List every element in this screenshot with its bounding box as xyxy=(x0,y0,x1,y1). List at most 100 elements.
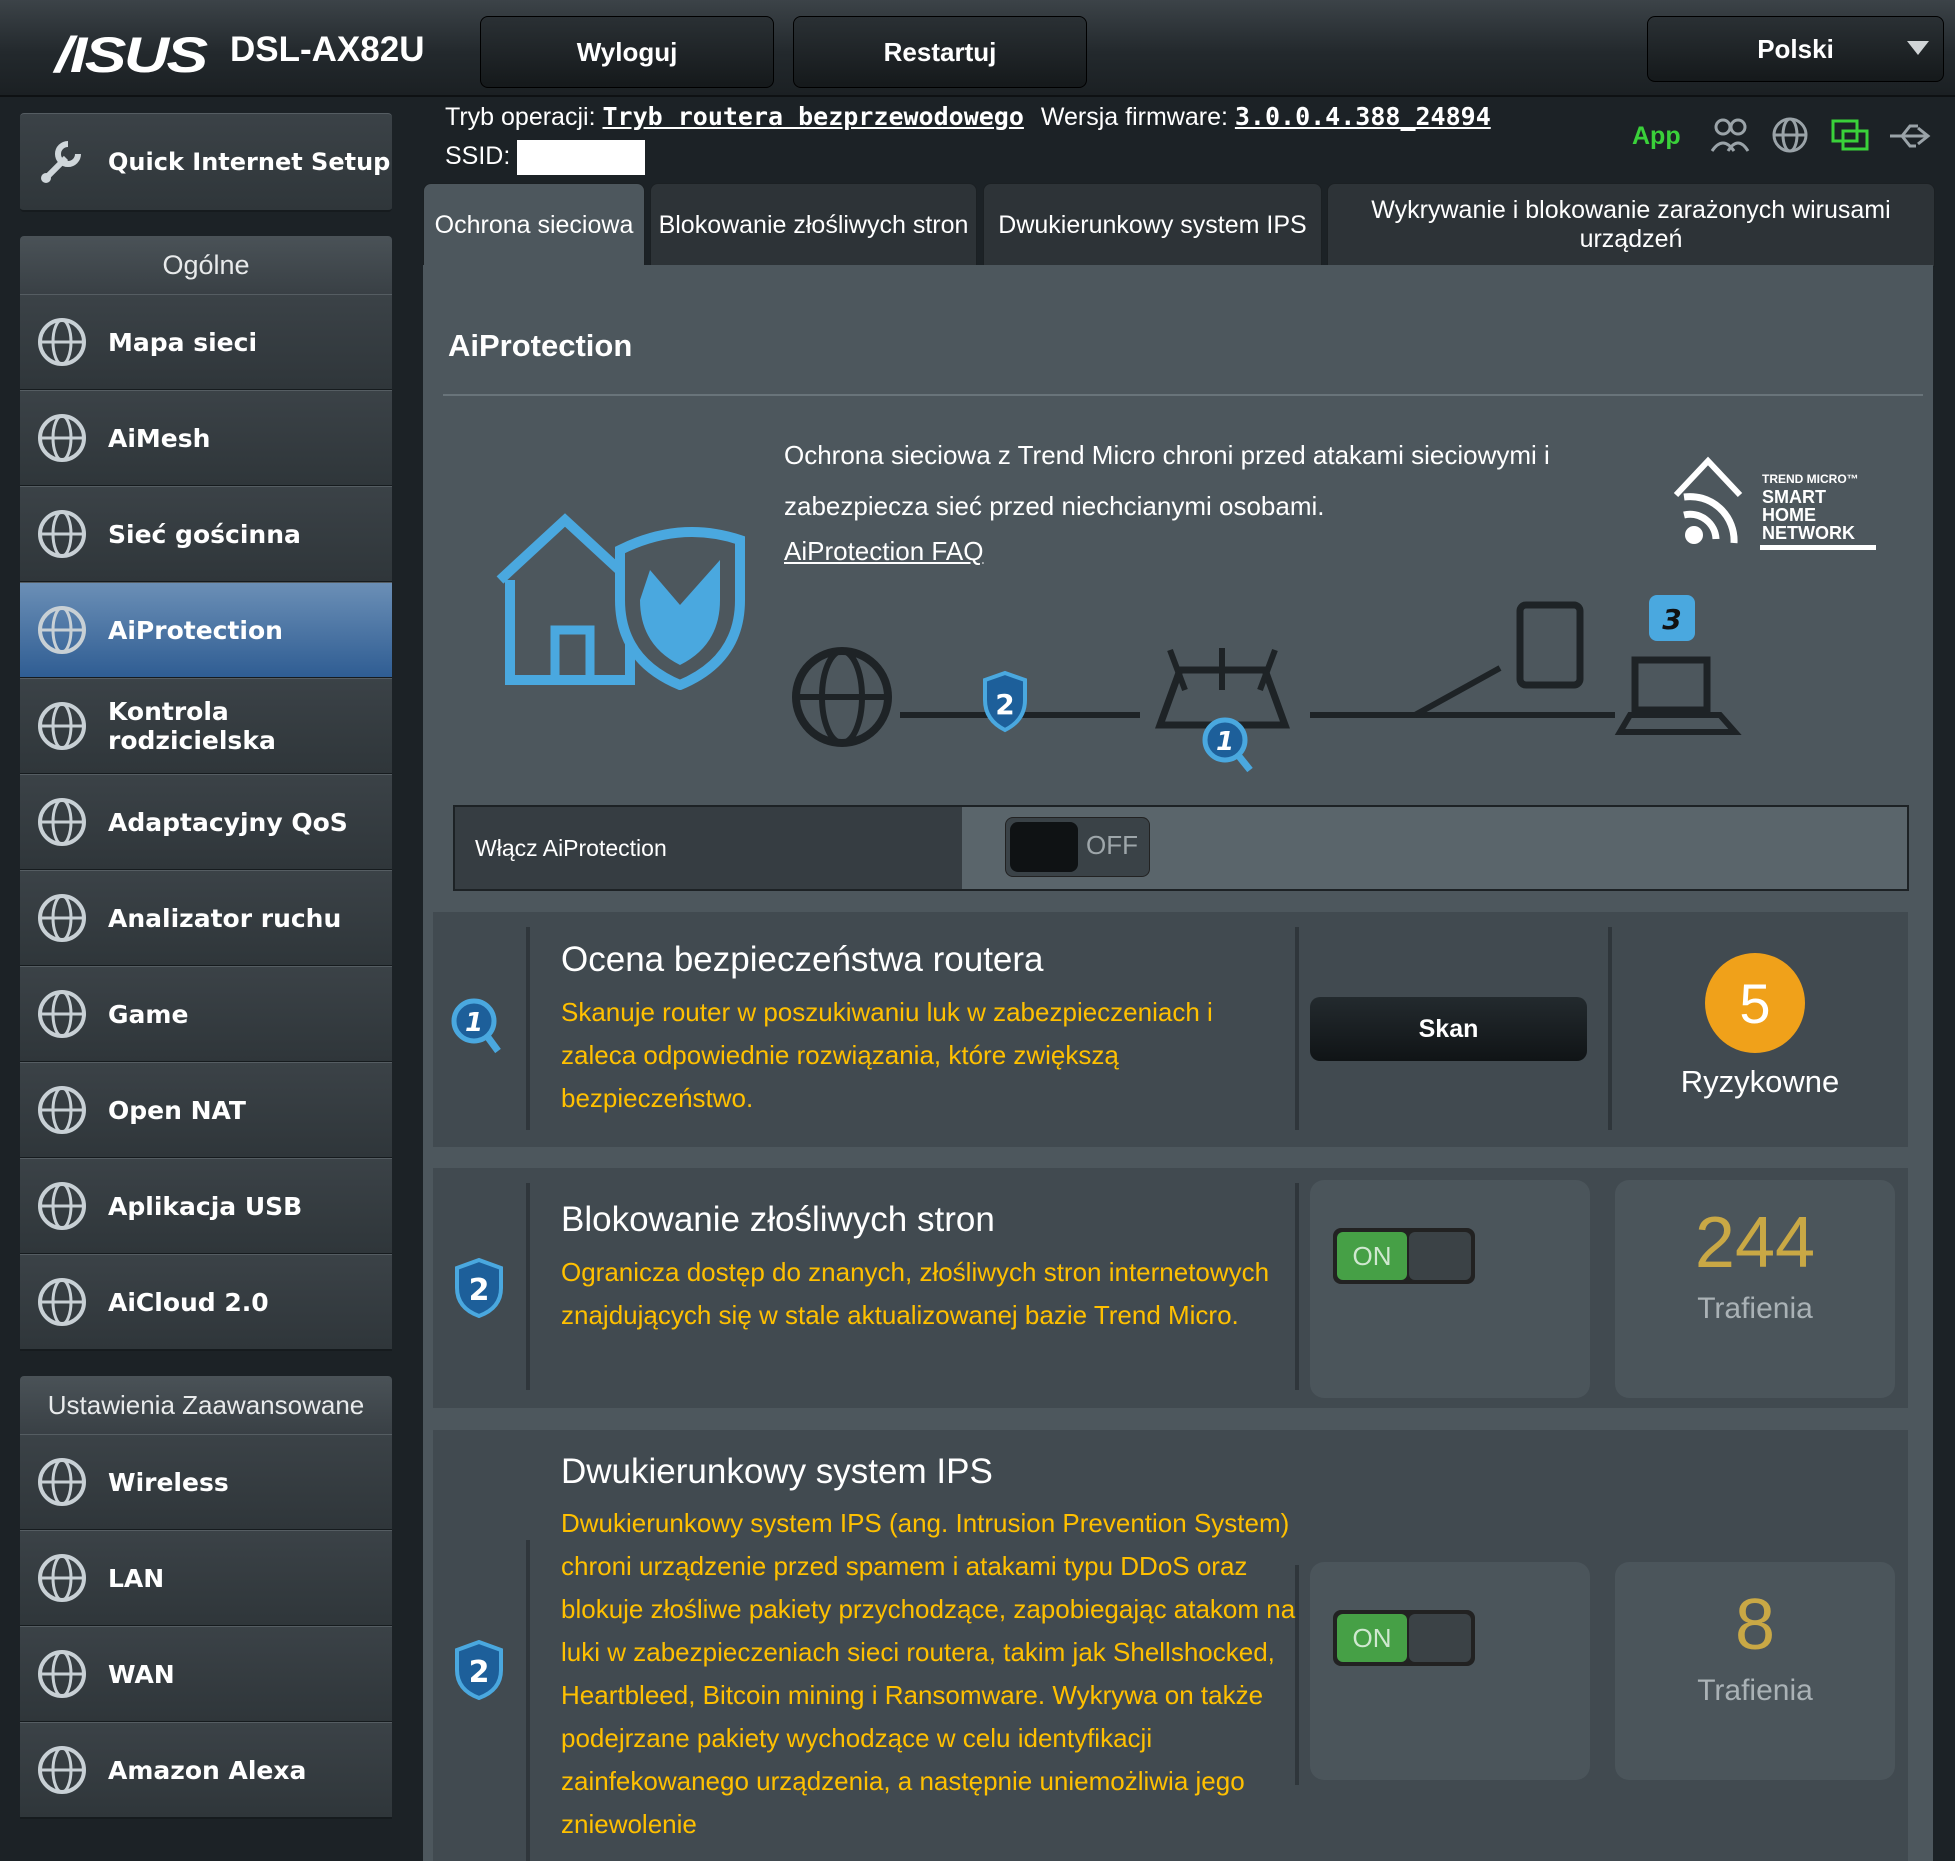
two-way-ips-title: Dwukierunkowy system IPS xyxy=(561,1452,993,1491)
sidebar-item-label: Mapa sieci xyxy=(108,327,258,357)
quick-internet-setup[interactable]: Quick Internet Setup xyxy=(20,113,392,212)
laptop-icon xyxy=(1614,656,1742,735)
wireless-icon xyxy=(38,1458,86,1506)
toggle-on-label: ON xyxy=(1337,1614,1407,1662)
toggle-state: OFF xyxy=(1086,830,1138,860)
operation-mode-link[interactable]: Tryb routera bezprzewodowego xyxy=(602,102,1023,131)
svg-text:2: 2 xyxy=(469,1655,490,1690)
tab-infected-device-blocking[interactable]: Wykrywanie i blokowanie zarażonych wirus… xyxy=(1327,183,1935,267)
tab-network-protection[interactable]: Ochrona sieciowa xyxy=(423,183,645,267)
parental-control-icon xyxy=(38,702,86,750)
malicious-sites-toggle[interactable]: ON xyxy=(1333,1228,1475,1284)
aimesh-icon xyxy=(38,414,86,462)
sidebar-item-label: Analizator ruchu xyxy=(108,903,342,933)
sidebar-item-label: Adaptacyjny QoS xyxy=(108,807,348,837)
usb-status-icon[interactable] xyxy=(1888,118,1932,154)
svg-text:1: 1 xyxy=(1216,727,1234,757)
card-divider xyxy=(526,1183,530,1390)
sidebar-item-label: Aplikacja USB xyxy=(108,1191,303,1221)
sidebar-item-label: AiMesh xyxy=(108,423,211,453)
tab-two-way-ips[interactable]: Dwukierunkowy system IPS xyxy=(983,183,1322,267)
sidebar-item-label: AiProtection xyxy=(108,615,283,645)
language-value: Polski xyxy=(1757,33,1834,64)
sidebar-item-aiprotection[interactable]: AiProtection xyxy=(20,582,392,679)
sidebar-item-adaptacyjny-qos[interactable]: Adaptacyjny QoS xyxy=(20,774,392,871)
sidebar-item-amazon-alexa[interactable]: Amazon Alexa xyxy=(20,1722,392,1819)
security-assessment-desc: Skanuje router w poszukiwaniu luk w zabe… xyxy=(561,997,1213,1113)
sidebar-item-wan[interactable]: WAN xyxy=(20,1626,392,1723)
aiprotection-faq-link[interactable]: AiProtection FAQ xyxy=(784,536,983,567)
toggle-on-label: ON xyxy=(1337,1232,1407,1280)
language-select[interactable]: Polski xyxy=(1647,16,1944,82)
firmware-link[interactable]: 3.0.0.4.388_24894 xyxy=(1235,102,1491,131)
trend-micro-logo-text: TREND MICRO™ SMART HOME NETWORK xyxy=(1762,472,1859,543)
ssid-row: SSID: xyxy=(445,140,646,175)
sidebar-item-label: Amazon Alexa xyxy=(108,1755,307,1785)
security-assessment-title: Ocena bezpieczeństwa routera xyxy=(561,940,1044,979)
internet-status-icon[interactable] xyxy=(1770,115,1810,155)
sidebar-item-label: Game xyxy=(108,999,189,1029)
malicious-sites-hits-label: Trafienia xyxy=(1697,1292,1813,1325)
trend-micro-house-icon xyxy=(1673,456,1743,544)
two-way-ips-hits: 8 xyxy=(1734,1585,1776,1665)
app-link[interactable]: App xyxy=(1632,122,1681,151)
globe-icon xyxy=(792,647,892,747)
tab-malicious-sites[interactable]: Blokowanie złośliwych stron xyxy=(650,183,977,267)
card-divider xyxy=(1295,1183,1299,1390)
house-shield-icon xyxy=(496,513,745,690)
malicious-sites-desc: Ogranicza dostęp do znanych, złośliwych … xyxy=(561,1257,1270,1330)
malicious-sites-toggle-cell xyxy=(1310,1180,1590,1398)
open-nat-icon xyxy=(38,1086,86,1134)
ssid-value xyxy=(517,140,646,175)
advanced-section-header: Ustawienia Zaawansowane xyxy=(20,1376,392,1435)
sidebar-item-game[interactable]: Game xyxy=(20,966,392,1063)
malicious-sites-stats: 244 Trafienia xyxy=(1615,1180,1895,1398)
svg-text:2: 2 xyxy=(469,1273,490,1308)
svg-text:2: 2 xyxy=(995,688,1014,721)
logout-button[interactable]: Wyloguj xyxy=(480,16,774,88)
network-map-icon xyxy=(38,318,86,366)
scan-button[interactable]: Skan xyxy=(1310,997,1587,1061)
shield-badge-icon: 2 xyxy=(455,1640,503,1700)
two-way-ips-toggle-cell xyxy=(1310,1562,1590,1780)
sidebar-item-aicloud-2-0[interactable]: AiCloud 2.0 xyxy=(20,1254,392,1351)
two-way-ips-stats: 8 Trafienia xyxy=(1615,1562,1895,1780)
restart-button[interactable]: Restartuj xyxy=(793,16,1087,88)
card-divider xyxy=(1608,927,1612,1130)
title-divider xyxy=(443,394,1923,396)
top-header: /ISUS DSL-AX82U Wyloguj Restartuj Polski xyxy=(0,0,1955,97)
device-status-icon[interactable] xyxy=(1830,117,1870,157)
page-title: AiProtection xyxy=(448,328,633,363)
wrench-icon xyxy=(41,141,81,183)
sidebar-item-wireless[interactable]: Wireless xyxy=(20,1434,392,1531)
card-divider xyxy=(526,927,530,1130)
two-way-ips-toggle[interactable]: ON xyxy=(1333,1610,1475,1666)
sidebar-item-analizator-ruchu[interactable]: Analizator ruchu xyxy=(20,870,392,967)
security-score-label: Ryzykowne xyxy=(1680,1064,1840,1099)
firmware-label: Wersja firmware: xyxy=(1040,103,1228,131)
sidebar-item-aplikacja-usb[interactable]: Aplikacja USB xyxy=(20,1158,392,1255)
svg-text:1: 1 xyxy=(465,1008,483,1038)
ssid-label: SSID: xyxy=(445,142,511,171)
sidebar-item-kontrola-rodzicielska[interactable]: Kontrola rodzicielska xyxy=(20,678,392,775)
sidebar-item-aimesh[interactable]: AiMesh xyxy=(20,390,392,487)
sidebar-item-sieć-gościnna[interactable]: Sieć gościnna xyxy=(20,486,392,583)
sidebar-item-label: LAN xyxy=(108,1563,165,1593)
wan-icon xyxy=(38,1650,86,1698)
clients-icon[interactable] xyxy=(1710,115,1750,155)
sidebar-item-label: AiCloud 2.0 xyxy=(108,1287,269,1317)
aiprotection-icon xyxy=(38,606,86,654)
sidebar-item-mapa-sieci[interactable]: Mapa sieci xyxy=(20,294,392,391)
enable-aiprotection-toggle[interactable]: OFF xyxy=(1005,817,1150,877)
usb-app-icon xyxy=(38,1182,86,1230)
trend-logo-underline xyxy=(1760,545,1876,550)
guest-network-icon xyxy=(38,510,86,558)
shield-badge-icon: 2 xyxy=(455,1258,503,1318)
malicious-sites-hits: 244 xyxy=(1694,1203,1816,1283)
sidebar-item-lan[interactable]: LAN xyxy=(20,1530,392,1627)
sidebar-item-open-nat[interactable]: Open NAT xyxy=(20,1062,392,1159)
lan-icon xyxy=(38,1554,86,1602)
malicious-sites-title: Blokowanie złośliwych stron xyxy=(561,1200,995,1239)
general-section-header: Ogólne xyxy=(20,236,392,295)
card-divider xyxy=(1295,927,1299,1130)
